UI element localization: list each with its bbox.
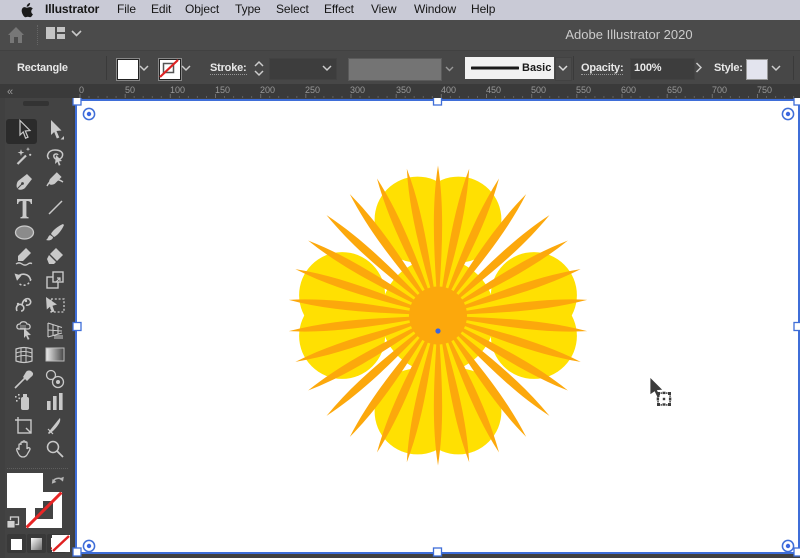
svg-text:500: 500 [531, 85, 546, 95]
svg-text:300: 300 [350, 85, 365, 95]
svg-text:350: 350 [396, 85, 411, 95]
svg-text:600: 600 [621, 85, 636, 95]
svg-text:750: 750 [757, 85, 772, 95]
svg-text:150: 150 [215, 85, 230, 95]
svg-text:0: 0 [79, 85, 84, 95]
svg-text:50: 50 [125, 85, 135, 95]
svg-text:700: 700 [712, 85, 727, 95]
svg-text:550: 550 [576, 85, 591, 95]
svg-text:100: 100 [170, 85, 185, 95]
svg-text:250: 250 [305, 85, 320, 95]
svg-text:650: 650 [667, 85, 682, 95]
svg-text:450: 450 [486, 85, 501, 95]
svg-text:200: 200 [260, 85, 275, 95]
svg-text:«: « [7, 86, 13, 98]
svg-text:400: 400 [441, 85, 456, 95]
